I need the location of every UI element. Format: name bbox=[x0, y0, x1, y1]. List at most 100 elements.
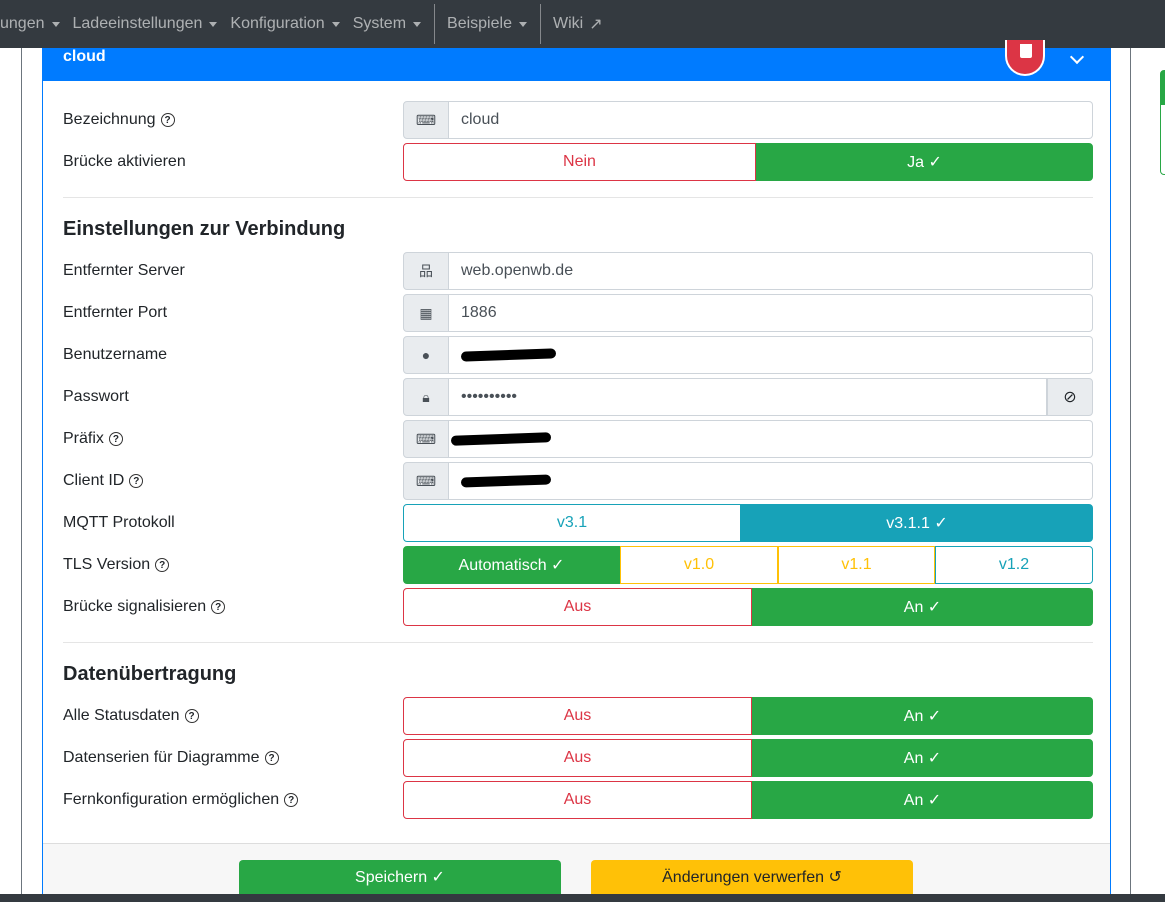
mqtt-v31-button[interactable]: v3.1 bbox=[403, 504, 741, 542]
delete-button[interactable] bbox=[1005, 40, 1045, 76]
user-field: ● bbox=[403, 336, 1093, 374]
series-aus-button[interactable]: Aus bbox=[403, 739, 752, 777]
nav-label: System bbox=[352, 15, 407, 32]
network-icon: 品 bbox=[403, 252, 449, 290]
nav-label: Konfiguration bbox=[230, 15, 325, 32]
calculator-icon: ▦ bbox=[403, 294, 449, 332]
nav-item-system[interactable]: System bbox=[353, 0, 434, 48]
bezeichnung-field: ⌨ cloud bbox=[403, 101, 1093, 139]
server-field: 品 web.openwb.de bbox=[403, 252, 1093, 290]
keyboard-icon: ⌨ bbox=[403, 420, 449, 458]
server-input[interactable]: web.openwb.de bbox=[449, 252, 1093, 290]
help-icon[interactable]: ? bbox=[129, 474, 144, 488]
label-remote: Fernkonfiguration ermöglichen? bbox=[63, 781, 299, 819]
redacted-value bbox=[460, 348, 557, 362]
discard-button[interactable]: Änderungen verwerfen ↺ bbox=[591, 860, 913, 894]
label-tls: TLS Version? bbox=[63, 546, 170, 584]
caret-down-icon bbox=[413, 21, 422, 27]
caret-down-icon bbox=[209, 21, 218, 27]
side-card bbox=[1160, 70, 1165, 175]
keyboard-icon: ⌨ bbox=[403, 462, 449, 500]
section-heading-datenuebertragung: Datenübertragung bbox=[63, 663, 237, 685]
bruecke-nein-button[interactable]: Nein bbox=[403, 143, 756, 181]
mqtt-toggle: v3.1 v3.1.1 ✓ bbox=[403, 504, 1093, 542]
port-input[interactable]: 1886 bbox=[449, 294, 1093, 332]
status-aus-button[interactable]: Aus bbox=[403, 697, 752, 735]
label-bruecke: Brücke aktivieren bbox=[63, 153, 186, 170]
redacted-value bbox=[460, 474, 552, 488]
tls-auto-button[interactable]: Automatisch ✓ bbox=[403, 546, 620, 584]
series-an-button[interactable]: An ✓ bbox=[752, 739, 1093, 777]
nav-item-wiki[interactable]: Wiki ↗ bbox=[553, 0, 616, 48]
chevron-down-icon[interactable] bbox=[1069, 49, 1085, 65]
external-link-icon: ↗ bbox=[589, 16, 603, 33]
keyboard-icon: ⌨ bbox=[403, 101, 449, 139]
label-password: Passwort bbox=[63, 388, 129, 405]
label-clientid: Client ID? bbox=[63, 462, 144, 500]
bezeichnung-input[interactable]: cloud bbox=[449, 101, 1093, 139]
help-icon[interactable]: ? bbox=[284, 793, 299, 807]
user-input[interactable] bbox=[449, 336, 1093, 374]
label-status: Alle Statusdaten? bbox=[63, 697, 199, 735]
lock-icon: 🔒︎ bbox=[403, 378, 449, 416]
password-input[interactable]: •••••••••• bbox=[449, 378, 1047, 416]
divider bbox=[63, 197, 1093, 198]
nav-label: Beispiele bbox=[447, 15, 512, 32]
mqtt-v311-button[interactable]: v3.1.1 ✓ bbox=[741, 504, 1093, 542]
bottom-bar bbox=[0, 894, 1165, 902]
label-signal: Brücke signalisieren? bbox=[63, 588, 226, 626]
tls-v12-button[interactable]: v1.2 bbox=[935, 546, 1093, 584]
bruecke-ja-button[interactable]: Ja ✓ bbox=[756, 143, 1093, 181]
nav-label: Wiki bbox=[552, 15, 584, 32]
nav-label: Ladeeinstellungen bbox=[72, 15, 203, 32]
label-series: Datenserien für Diagramme? bbox=[63, 739, 279, 777]
status-an-button[interactable]: An ✓ bbox=[752, 697, 1093, 735]
card-footer bbox=[43, 843, 1110, 894]
label-bezeichnung: Bezeichnung? bbox=[63, 101, 175, 139]
prefix-input[interactable] bbox=[449, 420, 1093, 458]
nav-item-konfiguration[interactable]: Konfiguration bbox=[230, 0, 352, 48]
help-icon[interactable]: ? bbox=[264, 751, 279, 765]
user-icon: ● bbox=[403, 336, 449, 374]
nav-label: ungen bbox=[0, 15, 45, 32]
nav-item-einstellungen[interactable]: ungen bbox=[0, 0, 73, 48]
nav-divider bbox=[539, 4, 541, 44]
caret-down-icon bbox=[51, 21, 60, 27]
help-icon[interactable]: ? bbox=[108, 432, 123, 446]
redacted-value bbox=[450, 432, 552, 446]
bruecke-toggle: Nein Ja ✓ bbox=[403, 143, 1093, 181]
remote-aus-button[interactable]: Aus bbox=[403, 781, 752, 819]
clientid-field: ⌨ bbox=[403, 462, 1093, 500]
clientid-input[interactable] bbox=[449, 462, 1093, 500]
trash-icon bbox=[1020, 44, 1032, 58]
status-toggle: Aus An ✓ bbox=[403, 697, 1093, 735]
port-field: ▦ 1886 bbox=[403, 294, 1093, 332]
help-icon[interactable]: ? bbox=[211, 600, 226, 614]
label-user: Benutzername bbox=[63, 346, 168, 363]
nav-item-ladeeinstellungen[interactable]: Ladeeinstellungen bbox=[73, 0, 231, 48]
divider bbox=[63, 642, 1093, 643]
label-mqtt: MQTT Protokoll bbox=[63, 514, 175, 531]
tls-toggle: Automatisch ✓ v1.0 v1.1 v1.2 bbox=[403, 546, 1093, 584]
nav-item-beispiele[interactable]: Beispiele bbox=[447, 0, 540, 48]
label-prefix: Präfix? bbox=[63, 420, 123, 458]
save-button[interactable]: Speichern ✓ bbox=[239, 860, 561, 894]
card-title: cloud bbox=[63, 48, 106, 65]
caret-down-icon bbox=[518, 21, 527, 27]
tls-v11-button[interactable]: v1.1 bbox=[778, 546, 935, 584]
signal-toggle: Aus An ✓ bbox=[403, 588, 1093, 626]
signal-aus-button[interactable]: Aus bbox=[403, 588, 752, 626]
card-header[interactable]: cloud bbox=[43, 40, 1111, 81]
remote-toggle: Aus An ✓ bbox=[403, 781, 1093, 819]
remote-an-button[interactable]: An ✓ bbox=[752, 781, 1093, 819]
help-icon[interactable]: ? bbox=[160, 113, 175, 127]
caret-down-icon bbox=[331, 21, 340, 27]
tls-v10-button[interactable]: v1.0 bbox=[620, 546, 778, 584]
help-icon[interactable]: ? bbox=[155, 558, 170, 572]
signal-an-button[interactable]: An ✓ bbox=[752, 588, 1093, 626]
help-icon[interactable]: ? bbox=[184, 709, 199, 723]
prefix-field: ⌨ bbox=[403, 420, 1093, 458]
password-field: 🔒︎ •••••••••• ⊘ bbox=[403, 378, 1093, 416]
label-server: Entfernter Server bbox=[63, 262, 185, 279]
eye-slash-icon[interactable]: ⊘ bbox=[1047, 378, 1093, 416]
